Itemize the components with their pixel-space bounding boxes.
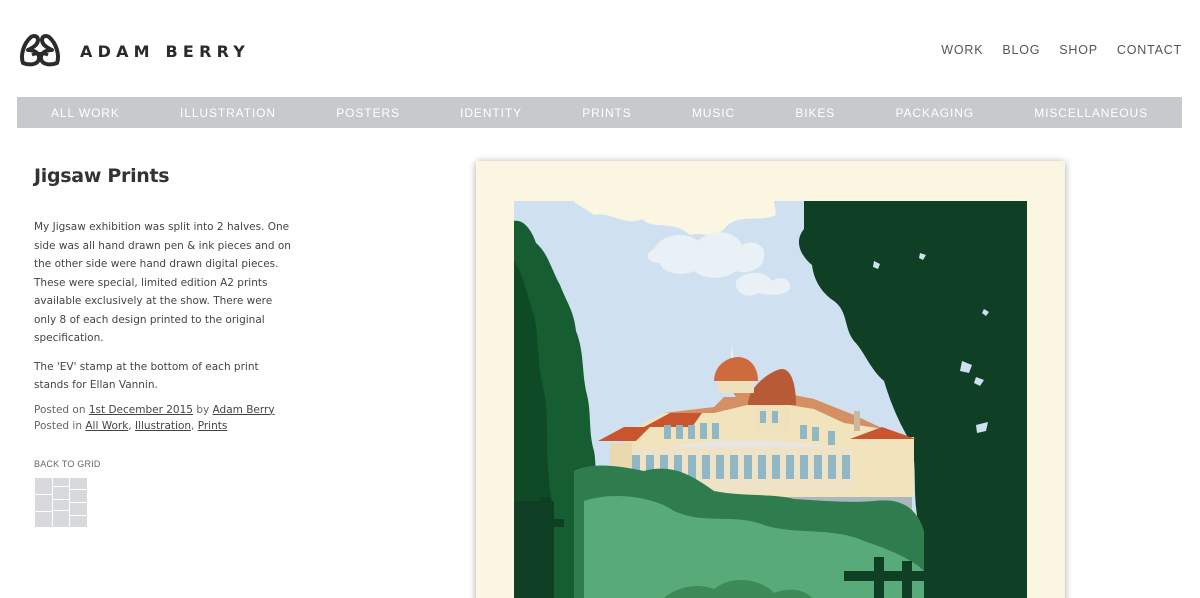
tag-prints[interactable]: Prints xyxy=(198,420,228,432)
nav-contact[interactable]: CONTACT xyxy=(1117,43,1182,57)
grid-icon[interactable] xyxy=(34,476,88,528)
tag-separator: , xyxy=(191,419,198,432)
category-music[interactable]: MUSIC xyxy=(692,106,735,120)
brand-name: ADAM BERRY xyxy=(80,41,251,61)
artwork-print[interactable] xyxy=(476,161,1065,598)
post-title: Jigsaw Prints xyxy=(34,165,170,187)
posted-on-line: Posted on 1st December 2015 by Adam Berr… xyxy=(34,402,296,418)
author-link[interactable]: Adam Berry xyxy=(213,404,275,416)
tag-all-work[interactable]: All Work xyxy=(85,420,128,432)
post-content: Jigsaw Prints My Jigsaw exhibition was s… xyxy=(34,165,296,528)
category-identity[interactable]: IDENTITY xyxy=(460,106,522,120)
category-packaging[interactable]: PACKAGING xyxy=(895,106,974,120)
category-posters[interactable]: POSTERS xyxy=(336,106,400,120)
posted-on-prefix: Posted on xyxy=(34,403,89,416)
post-paragraph-1: My Jigsaw exhibition was split into 2 ha… xyxy=(34,221,291,344)
category-prints[interactable]: PRINTS xyxy=(582,106,631,120)
by-text: by xyxy=(192,403,213,416)
jigsaw-print-illustration xyxy=(514,201,1027,598)
category-bar: ALL WORK ILLUSTRATION POSTERS IDENTITY P… xyxy=(17,97,1182,128)
site-logo[interactable]: ADAM BERRY xyxy=(18,33,250,69)
category-all-work[interactable]: ALL WORK xyxy=(51,106,120,120)
post-date-link[interactable]: 1st December 2015 xyxy=(89,404,193,416)
nav-work[interactable]: WORK xyxy=(941,43,983,57)
top-navigation: WORK BLOG SHOP CONTACT xyxy=(941,43,1182,57)
ab-monogram-icon xyxy=(20,34,60,67)
nav-blog[interactable]: BLOG xyxy=(1002,43,1040,57)
posted-in-prefix: Posted in xyxy=(34,419,86,432)
category-illustration[interactable]: ILLUSTRATION xyxy=(180,106,276,120)
category-miscellaneous[interactable]: MISCELLANEOUS xyxy=(1034,106,1148,120)
category-bikes[interactable]: BIKES xyxy=(795,106,835,120)
post-paragraph-2: The 'EV' stamp at the bottom of each pri… xyxy=(34,360,259,392)
posted-in-line: Posted in All Work, Illustration, Prints xyxy=(34,418,296,434)
back-to-grid-link[interactable]: BACK TO GRID xyxy=(34,459,296,469)
tag-illustration[interactable]: Illustration xyxy=(135,420,191,432)
post-meta: Posted on 1st December 2015 by Adam Berr… xyxy=(34,402,296,434)
nav-shop[interactable]: SHOP xyxy=(1059,43,1098,57)
tag-separator: , xyxy=(128,419,135,432)
